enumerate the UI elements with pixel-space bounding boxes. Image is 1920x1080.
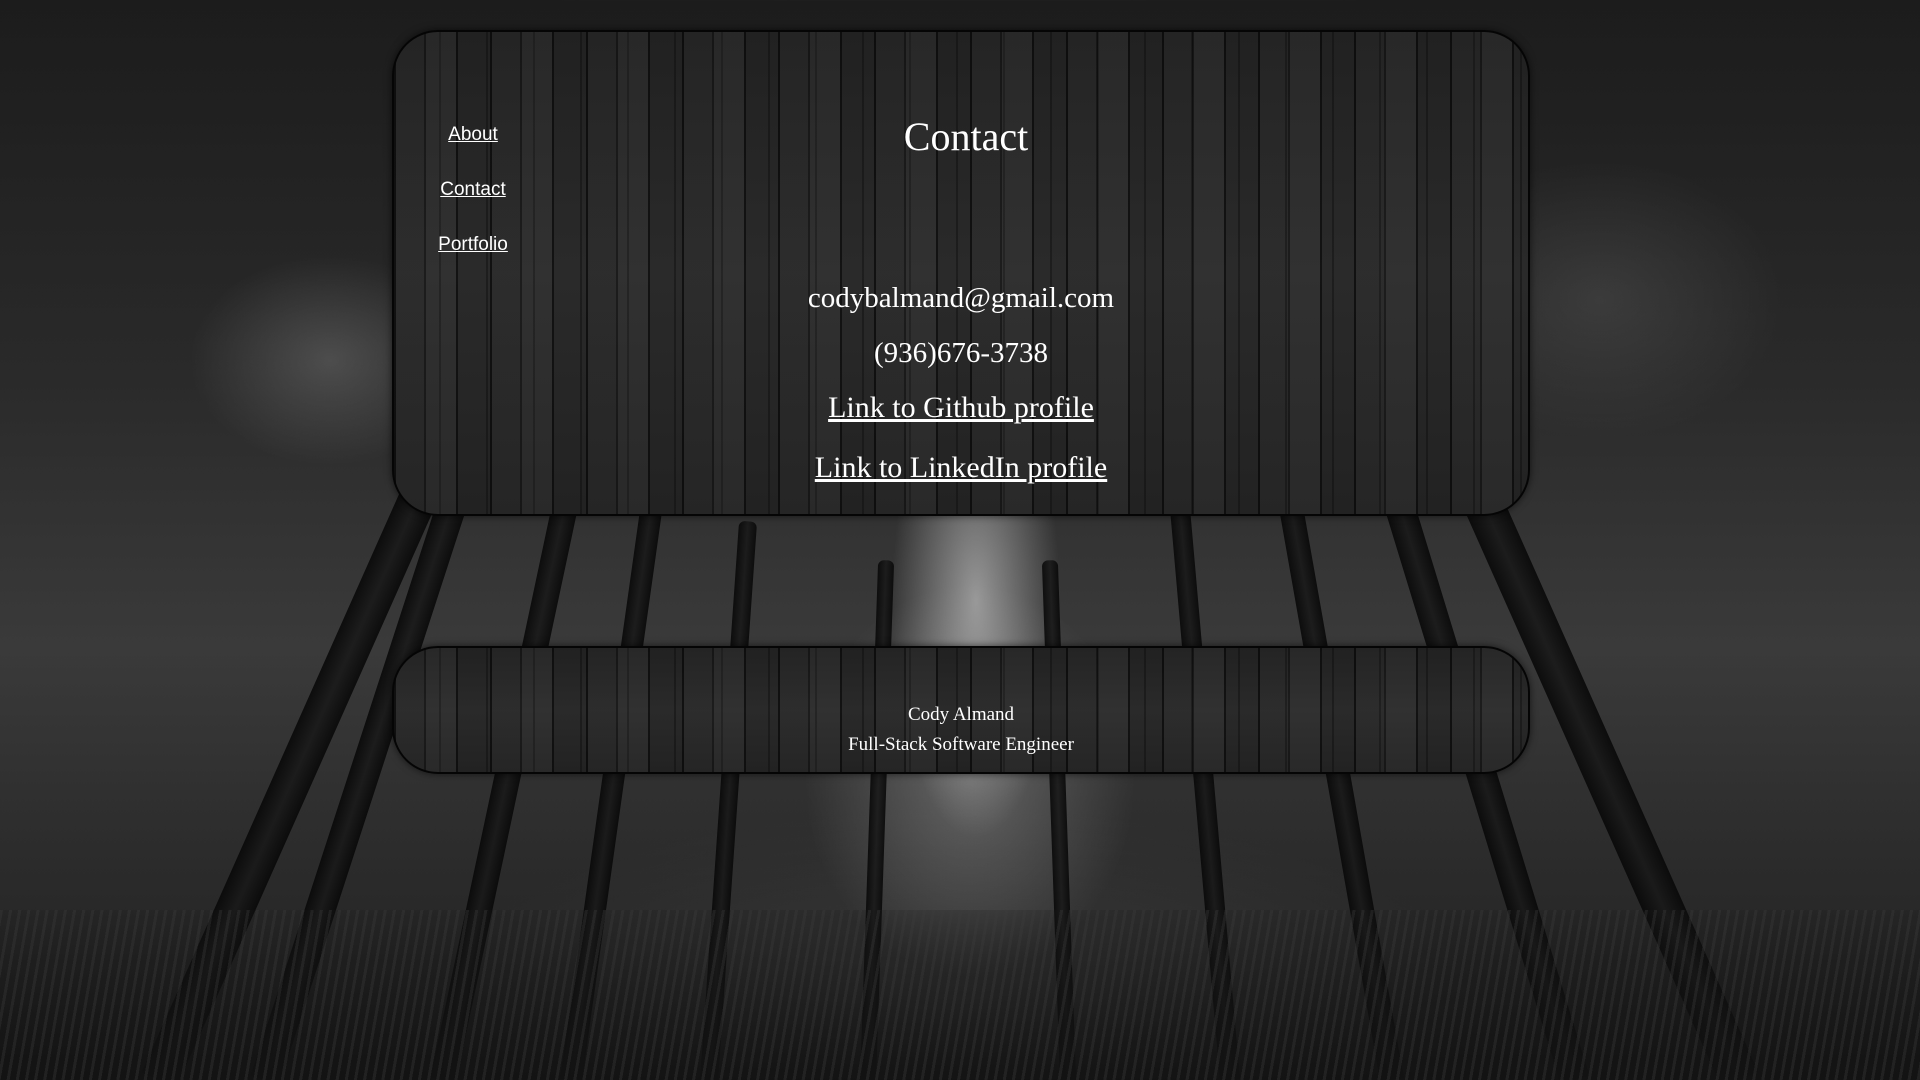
nav-link-contact[interactable]: Contact xyxy=(394,179,552,234)
footer-name: Cody Almand xyxy=(907,704,1015,725)
contact-info: codybalmand@gmail.com (936)676-3738 Link… xyxy=(394,278,1528,503)
main-content-panel: About Contact Portfolio Contact codybalm… xyxy=(392,30,1530,516)
linkedin-profile-link[interactable]: Link to LinkedIn profile xyxy=(815,451,1107,484)
contact-phone: (936)676-3738 xyxy=(874,337,1048,369)
page-title: Contact xyxy=(903,114,1029,159)
contact-linkedin-row: Link to LinkedIn profile xyxy=(394,448,1528,503)
github-profile-link[interactable]: Link to Github profile xyxy=(828,391,1094,424)
contact-github-row: Link to Github profile xyxy=(394,388,1528,443)
footer-panel: Cody Almand Full-Stack Software Engineer xyxy=(392,646,1530,774)
forest-floor xyxy=(0,910,1920,1080)
footer-role: Full-Stack Software Engineer xyxy=(848,734,1074,755)
footer-text: Cody Almand Full-Stack Software Engineer xyxy=(394,700,1528,760)
contact-email: codybalmand@gmail.com xyxy=(807,282,1115,314)
